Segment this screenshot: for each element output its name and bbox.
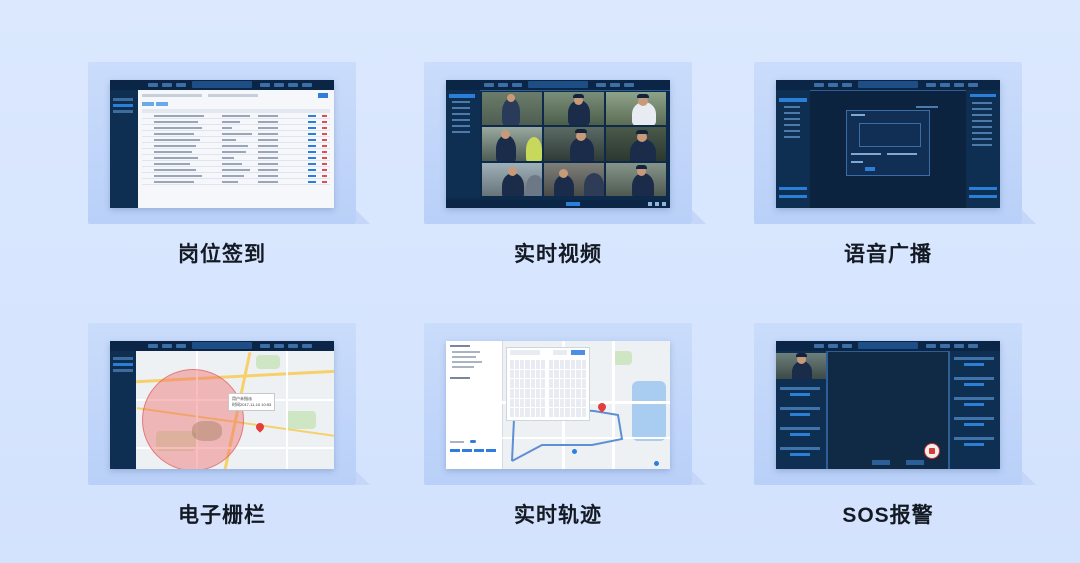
- broadcast-dialog-screen-icon: [776, 80, 1000, 208]
- table-screen-icon: [110, 80, 334, 208]
- date-picker[interactable]: [506, 347, 590, 421]
- feature-caption: SOS报警: [842, 504, 934, 527]
- track-map-screen-icon: [446, 341, 670, 469]
- feature-card-sos[interactable]: [754, 323, 1036, 485]
- feature-card-video[interactable]: [424, 62, 706, 224]
- feature-card-fence[interactable]: 用户未指派 时间2017-11-10 10:53: [88, 323, 370, 485]
- feature-card-track[interactable]: [424, 323, 706, 485]
- feature-caption: 实时视频: [514, 243, 602, 266]
- sos-screen-icon: [776, 341, 1000, 469]
- feature-caption: 岗位签到: [178, 243, 266, 266]
- feature-card-checkin[interactable]: [88, 62, 370, 224]
- sos-alarm-icon[interactable]: [924, 443, 940, 459]
- fence-map-screen-icon: 用户未指派 时间2017-11-10 10:53: [110, 341, 334, 469]
- fence-tooltip-line2: 时间2017-11-10 10:53: [232, 402, 272, 407]
- feature-caption: 实时轨迹: [514, 504, 602, 527]
- feature-card-broadcast[interactable]: [754, 62, 1036, 224]
- fence-tooltip: 用户未指派 时间2017-11-10 10:53: [228, 393, 276, 411]
- video-grid-screen-icon: [446, 80, 670, 208]
- feature-caption: 电子栅栏: [178, 504, 266, 527]
- feature-caption: 语音广播: [844, 243, 932, 266]
